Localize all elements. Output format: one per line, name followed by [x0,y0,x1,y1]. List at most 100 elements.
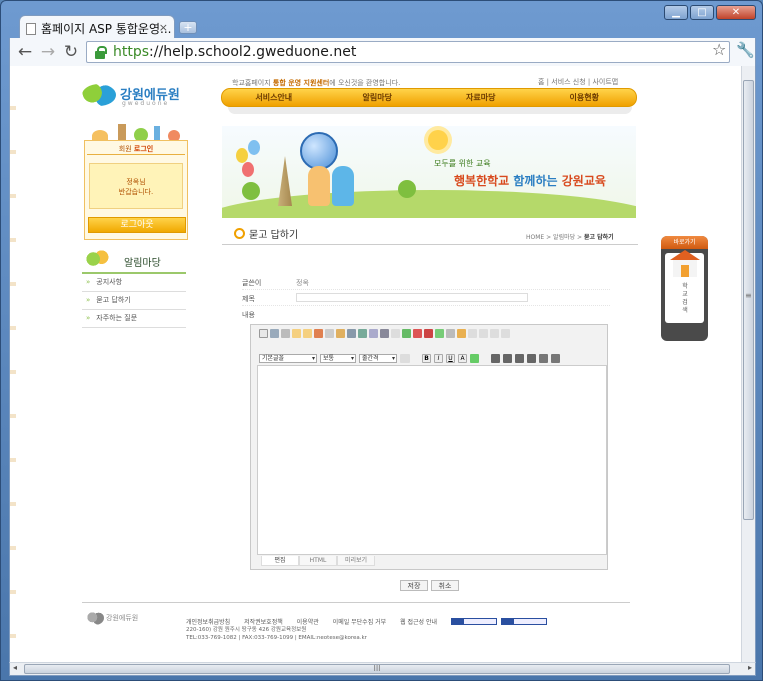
special-char-icon[interactable] [446,328,455,338]
align-left-icon[interactable] [491,353,500,363]
anchor-icon[interactable] [479,328,488,338]
minimize-button[interactable]: ▁ [664,5,688,20]
sidebar-item-faq[interactable]: 자주하는 질문 [82,310,186,328]
link-icon[interactable] [457,328,466,338]
save-icon[interactable] [270,328,279,338]
flash-icon[interactable] [413,328,422,338]
hr-icon[interactable] [380,328,389,338]
menu-item-service[interactable]: 서비스안내 [222,89,326,106]
font-family-select[interactable]: 기본글꼴 [259,353,317,363]
site-logo[interactable]: 강원에듀원 gweduone [82,82,182,108]
bookmark-star-icon[interactable]: ☆ [712,40,726,59]
cancel-button[interactable]: 취소 [431,580,459,591]
footer-contact-line: TEL:033-769-1082 | FAX:033-769-1099 | EM… [186,635,367,641]
address-bar[interactable]: https://help.school2.gweduone.net [86,41,730,63]
text-style-icon[interactable] [400,353,410,363]
sidebar-item-notices[interactable]: 공지사항 [82,274,186,292]
breadcrumb-mid[interactable]: 알림마당 [553,234,575,241]
subject-row: 제목 [242,292,610,306]
image-icon[interactable] [402,328,411,338]
menu-item-resources[interactable]: 자료마당 [429,89,533,106]
table-icon[interactable] [435,328,444,338]
save-button[interactable]: 저장 [400,580,428,591]
new-doc-icon[interactable] [259,328,268,338]
print-icon[interactable] [281,328,290,338]
logout-button[interactable]: 로그아웃 [88,217,186,233]
logo-mark-icon [82,84,116,106]
find-icon[interactable] [347,328,356,338]
url-scheme: https [113,44,150,60]
cut-icon[interactable] [314,328,323,338]
bold-button[interactable]: B [422,353,431,363]
footer-link-accessibility[interactable]: 웹 접근성 안내 [400,619,437,626]
subject-input[interactable] [296,293,528,302]
ordered-list-icon[interactable] [539,353,548,363]
menu-item-usage[interactable]: 이용현황 [533,89,637,106]
highlight-icon[interactable] [470,353,479,363]
emoticon-icon[interactable] [490,328,499,338]
line-spacing-select[interactable]: 줄간격 [359,353,397,363]
horizontal-scroll-thumb[interactable]: III [24,664,730,674]
school-search-link[interactable]: 학교검색 [665,250,704,323]
footer-address: 220-160) 강원 원주시 땅구동 426 강원교육정보원 TEL:033-… [186,626,367,642]
scroll-left-icon[interactable]: ◂ [13,663,17,672]
font-color-button[interactable]: A [458,353,467,363]
banner-slogan-small: 모두를 위한 교육 [434,159,491,168]
undo-icon[interactable] [292,328,301,338]
scroll-right-icon[interactable]: ▸ [748,663,752,672]
line-icon[interactable] [391,328,400,338]
align-justify-icon[interactable] [527,353,536,363]
copy-icon[interactable] [325,328,334,338]
welcome-message: 학교홈페이지 통합 운영 지원센터에 오신것을 환영합니다. [232,78,400,88]
login-header-pre: 회원 [118,145,134,153]
media-icon[interactable] [424,328,433,338]
close-window-button[interactable]: ✕ [716,5,756,20]
top-links[interactable]: 홈 | 서비스 신청 | 사이트맵 [538,77,618,87]
maximize-button[interactable]: □ [690,5,714,20]
browser-tab[interactable]: 홈페이지 ASP 통합운영... × [19,15,175,39]
tab-preview[interactable]: 미리보기 [337,556,375,566]
unordered-list-icon[interactable] [551,353,560,363]
paste-icon[interactable] [336,328,345,338]
align-right-icon[interactable] [515,353,524,363]
font-size-select[interactable]: 보통 [320,353,356,363]
quick-menu-header: 바로가기 [661,236,708,249]
page-title: 묻고 답하기 [234,226,298,241]
breadcrumb-home[interactable]: HOME [526,234,544,241]
tab-html[interactable]: HTML [299,556,337,566]
horizontal-scrollbar[interactable]: ◂ III ▸ [9,662,756,676]
vertical-scrollbar[interactable] [741,66,755,662]
footer-link-privacy[interactable]: 개인정보취급방침 [186,619,230,626]
eiffel-tower-illustration [278,156,292,206]
browser-toolbar: ← → ↻ https://help.school2.gweduone.net … [9,38,756,66]
wrench-icon[interactable]: 🔧 [736,41,755,59]
fullscreen-icon[interactable] [501,328,510,338]
author-row: 글쓴이 정옥 [242,276,610,290]
italic-button[interactable]: I [434,353,443,363]
banner-slogan-1: 행복한학교 [454,174,514,188]
replace-icon[interactable] [358,328,367,338]
footer-link-email[interactable]: 이메일 무단수집 거부 [333,619,387,626]
tab-edit[interactable]: 편집 [261,556,299,566]
forward-icon[interactable]: → [37,42,59,62]
quick-menu: 바로가기 학교검색 [661,236,708,341]
align-center-icon[interactable] [503,353,512,363]
redo-icon[interactable] [303,328,312,338]
author-label: 글쓴이 [242,279,262,287]
new-tab-button[interactable]: + [179,21,197,34]
footer-links: 개인정보취급방침 저작권보호정책 이용약관 이메일 무단수집 거부 웹 접근성 … [186,617,551,626]
menu-item-notice[interactable]: 알림마당 [326,89,430,106]
sidebar-item-qna[interactable]: 묻고 답하기 [82,292,186,310]
sun-illustration [428,130,448,150]
select-all-icon[interactable] [369,328,378,338]
back-icon[interactable]: ← [14,42,36,62]
footer-link-copyright[interactable]: 저작권보호정책 [244,619,283,626]
footer-link-terms[interactable]: 이용약관 [297,619,319,626]
footer: 강원에듀원 개인정보취급방침 저작권보호정책 이용약관 이메일 무단수집 거부 … [82,602,630,642]
editor-content-area[interactable] [257,365,607,555]
vertical-scroll-thumb[interactable] [743,80,754,520]
underline-button[interactable]: U [446,353,455,363]
reload-icon[interactable]: ↻ [60,42,82,62]
tab-close-icon[interactable]: × [159,21,168,34]
unlink-icon[interactable] [468,328,477,338]
